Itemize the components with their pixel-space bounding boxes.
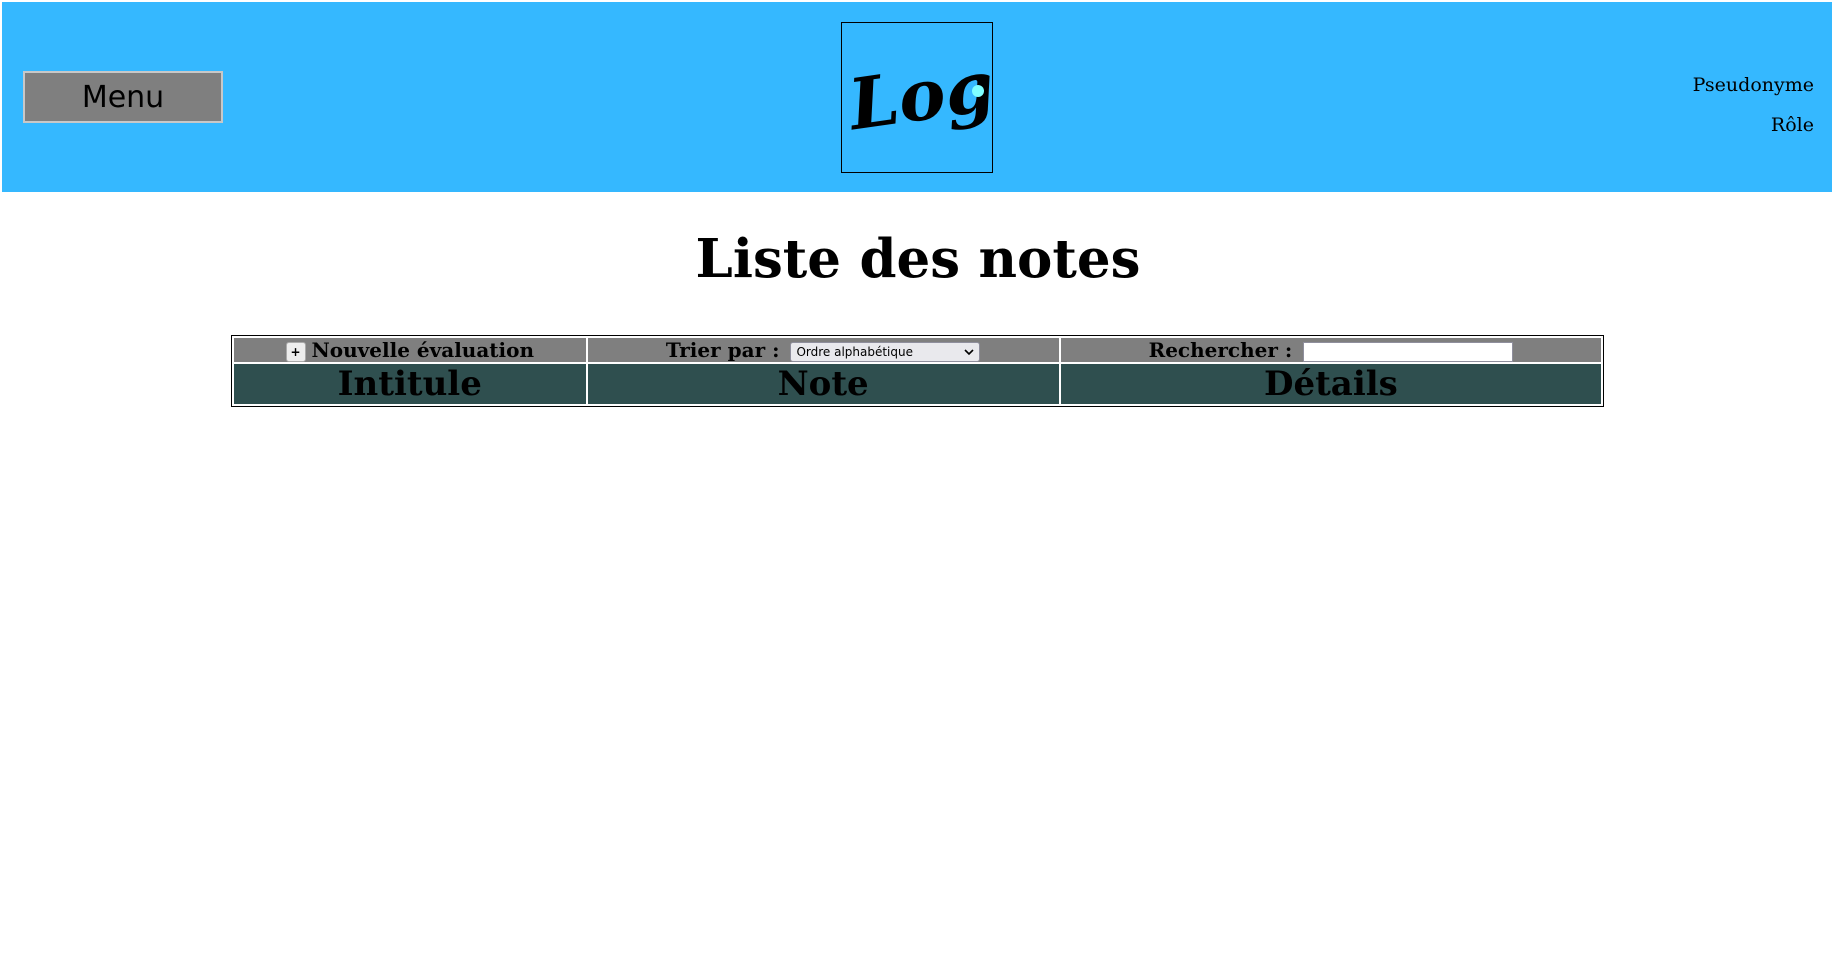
user-info: Pseudonyme Rôle <box>1693 65 1814 145</box>
column-header-note: Note <box>587 364 1059 404</box>
top-header: Menu Logo Pseudonyme Rôle <box>2 2 1832 192</box>
new-evaluation-cell: + Nouvelle évaluation <box>234 338 586 362</box>
menu-button[interactable]: Menu <box>23 71 223 123</box>
page-title: Liste des notes <box>695 228 1141 290</box>
chevron-down-icon <box>964 345 975 359</box>
user-role: Rôle <box>1770 114 1814 136</box>
search-input[interactable] <box>1303 341 1514 362</box>
logo: Logo <box>841 22 993 173</box>
user-pseudonym: Pseudonyme <box>1692 74 1814 96</box>
column-header-row: Intitule Note Détails <box>234 364 1601 404</box>
search-label: Rechercher : <box>1148 338 1293 362</box>
search-cell: Rechercher : <box>1060 338 1601 362</box>
sort-label: Trier par : <box>665 338 780 362</box>
logo-text: Logo <box>842 37 992 146</box>
toolbar-row: + Nouvelle évaluation Trier par : Ordre a… <box>234 338 1601 362</box>
logo-icon: Logo <box>842 37 992 146</box>
new-evaluation-label: Nouvelle évaluation <box>311 338 535 362</box>
sort-selected-value: Ordre alphabétique <box>796 344 913 359</box>
column-header-details: Détails <box>1060 364 1601 404</box>
grades-table: + Nouvelle évaluation Trier par : Ordre a… <box>231 335 1604 407</box>
add-evaluation-button[interactable]: + <box>285 341 306 362</box>
sort-cell: Trier par : Ordre alphabétique <box>587 338 1059 362</box>
column-header-intitule: Intitule <box>234 364 586 404</box>
sort-select[interactable]: Ordre alphabétique <box>790 341 981 362</box>
